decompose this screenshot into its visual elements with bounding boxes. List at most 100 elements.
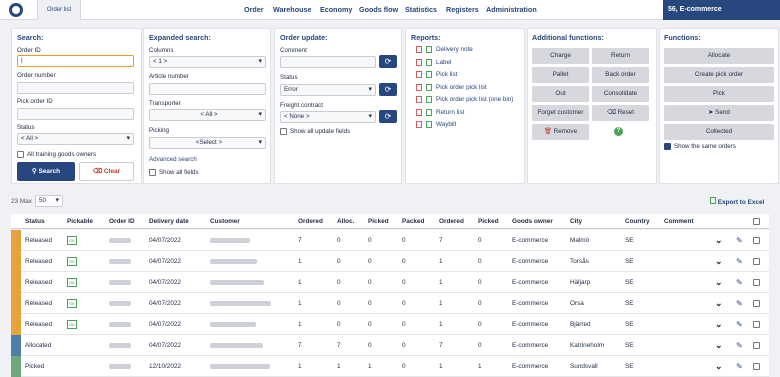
pdf-icon[interactable] bbox=[416, 71, 422, 78]
show-all-fields-checkbox[interactable]: Show all fields bbox=[149, 169, 199, 176]
nav-registers[interactable]: Registers bbox=[446, 0, 479, 20]
user-menu[interactable]: 56, E-commerce bbox=[663, 0, 780, 20]
pdf-icon[interactable] bbox=[416, 109, 422, 116]
col-order-id[interactable]: Order ID bbox=[109, 214, 135, 229]
table-row[interactable]: Released 04/07/2022 7 0 0 0 7 0 E-commerce Malmö S… bbox=[11, 230, 769, 251]
excel-icon[interactable] bbox=[426, 96, 432, 103]
checkbox-box[interactable] bbox=[280, 128, 287, 135]
expand-chevron-icon[interactable]: ⌄ bbox=[715, 356, 723, 377]
logo-icon[interactable] bbox=[9, 3, 23, 17]
create-pick-order-button[interactable]: Create pick order bbox=[664, 67, 774, 83]
back-order-button[interactable]: Back order bbox=[592, 67, 649, 83]
report-label[interactable]: Pick order pick list bbox=[436, 84, 487, 91]
table-row[interactable]: Released 04/07/2022 1 0 0 0 1 0 E-commerce Torsås… bbox=[11, 251, 769, 272]
search-button[interactable]: ⚲ Search bbox=[17, 162, 75, 181]
picking-select[interactable]: <Select > bbox=[149, 137, 266, 149]
pick-order-id-input[interactable] bbox=[17, 108, 134, 120]
order-id-input[interactable]: | bbox=[17, 55, 134, 67]
row-checkbox[interactable] bbox=[753, 300, 760, 307]
table-row[interactable]: Released 04/07/2022 1 0 0 0 1 0 E-commerce Orsa SE… bbox=[11, 293, 769, 314]
status-select[interactable]: < All > bbox=[17, 133, 134, 145]
table-row[interactable]: Picked 12/10/2022 1 1 1 0 1 1 E-commerce Sundsval… bbox=[11, 356, 769, 377]
col-city[interactable]: City bbox=[570, 214, 582, 229]
pick-button[interactable]: Pick bbox=[664, 86, 774, 102]
expand-chevron-icon[interactable]: ⌄ bbox=[715, 230, 723, 251]
transporter-select[interactable]: < All > bbox=[149, 109, 266, 121]
col-alloc[interactable]: Alloc. bbox=[337, 214, 354, 229]
order-id-redacted[interactable] bbox=[109, 322, 131, 327]
report-label[interactable]: Return list bbox=[436, 109, 464, 116]
edit-pencil-icon[interactable]: ✎ bbox=[736, 230, 743, 251]
order-id-redacted[interactable] bbox=[109, 280, 131, 285]
report-pick-order-pick-list-one-bin[interactable]: Pick order pick list (one bin) bbox=[416, 96, 513, 103]
comment-input[interactable] bbox=[280, 56, 376, 68]
expand-chevron-icon[interactable]: ⌄ bbox=[715, 272, 723, 293]
col-customer[interactable]: Customer bbox=[210, 214, 240, 229]
report-pick-list[interactable]: Pick list bbox=[416, 71, 457, 78]
export-excel-link[interactable]: Export to Excel bbox=[710, 197, 764, 206]
expand-chevron-icon[interactable]: ⌄ bbox=[715, 293, 723, 314]
send-button[interactable]: ➤ Send bbox=[664, 105, 774, 121]
col-packed[interactable]: Packed bbox=[402, 214, 424, 229]
edit-pencil-icon[interactable]: ✎ bbox=[736, 335, 743, 356]
row-checkbox[interactable] bbox=[753, 279, 760, 286]
edit-pencil-icon[interactable]: ✎ bbox=[736, 314, 743, 335]
apply-status-button[interactable]: ⟳ bbox=[379, 83, 397, 96]
report-pick-order-pick-list[interactable]: Pick order pick list bbox=[416, 84, 487, 91]
nav-order[interactable]: Order bbox=[244, 0, 264, 20]
edit-pencil-icon[interactable]: ✎ bbox=[736, 272, 743, 293]
report-label[interactable]: Delivery note bbox=[436, 46, 473, 53]
col-comment[interactable]: Comment bbox=[664, 214, 693, 229]
reset-button[interactable]: ⌫ Reset bbox=[592, 105, 649, 121]
report-label[interactable]: Label bbox=[436, 59, 451, 66]
col-picked[interactable]: Picked bbox=[368, 214, 389, 229]
col-delivery-date[interactable]: Delivery date bbox=[149, 214, 189, 229]
consolidate-button[interactable]: Consolidate bbox=[592, 86, 649, 102]
collected-button[interactable]: Collected bbox=[664, 124, 774, 140]
nav-warehouse[interactable]: Warehouse bbox=[273, 0, 311, 20]
report-label[interactable]: Pick list bbox=[436, 71, 457, 78]
report-return-list[interactable]: Return list bbox=[416, 109, 464, 116]
all-training-checkbox[interactable]: All training goods owners bbox=[17, 151, 96, 158]
show-same-orders-checkbox[interactable]: Show the same orders bbox=[664, 143, 736, 150]
col-ordered[interactable]: Ordered bbox=[298, 214, 323, 229]
order-number-input[interactable] bbox=[17, 82, 134, 94]
order-id-redacted[interactable] bbox=[109, 343, 131, 348]
apply-freight-button[interactable]: ⟳ bbox=[379, 110, 397, 123]
order-id-redacted[interactable] bbox=[109, 364, 131, 369]
row-checkbox[interactable] bbox=[753, 342, 760, 349]
row-checkbox[interactable] bbox=[753, 237, 760, 244]
max-rows-select[interactable]: 50 bbox=[35, 195, 63, 207]
report-waybill[interactable]: Waybill bbox=[416, 121, 456, 128]
table-row[interactable]: Released 04/07/2022 1 0 0 0 1 0 E-commerce Bjärre… bbox=[11, 314, 769, 335]
pdf-icon[interactable] bbox=[416, 59, 422, 66]
return-button[interactable]: Return bbox=[592, 48, 649, 64]
clear-button[interactable]: ⌫ Clear bbox=[79, 162, 134, 181]
report-label-item[interactable]: Label bbox=[416, 59, 451, 66]
expand-chevron-icon[interactable]: ⌄ bbox=[715, 335, 723, 356]
nav-statistics[interactable]: Statistics bbox=[405, 0, 437, 20]
report-delivery-note[interactable]: Delivery note bbox=[416, 46, 473, 53]
freight-contract-select[interactable]: < None > bbox=[280, 111, 376, 123]
excel-icon[interactable] bbox=[426, 71, 432, 78]
col-ordered-2[interactable]: Ordered bbox=[439, 214, 464, 229]
help-icon[interactable]: ? bbox=[614, 127, 623, 136]
checkbox-box[interactable] bbox=[17, 151, 24, 158]
nav-economy[interactable]: Economy bbox=[320, 0, 352, 20]
excel-icon[interactable] bbox=[426, 121, 432, 128]
checkbox-box[interactable] bbox=[149, 169, 156, 176]
columns-select[interactable]: < 1 > bbox=[149, 56, 266, 68]
allocate-button[interactable]: Allocate bbox=[664, 48, 774, 64]
excel-icon[interactable] bbox=[426, 46, 432, 53]
show-all-update-checkbox[interactable]: Show all update fields bbox=[280, 128, 350, 135]
edit-pencil-icon[interactable]: ✎ bbox=[736, 356, 743, 377]
row-checkbox[interactable] bbox=[753, 321, 760, 328]
edit-pencil-icon[interactable]: ✎ bbox=[736, 293, 743, 314]
pdf-icon[interactable] bbox=[416, 121, 422, 128]
table-row[interactable]: Released 04/07/2022 1 0 0 0 1 0 E-commerce Häljar… bbox=[11, 272, 769, 293]
col-picked-2[interactable]: Picked bbox=[478, 214, 499, 229]
order-id-redacted[interactable] bbox=[109, 259, 131, 264]
report-label[interactable]: Waybill bbox=[436, 121, 456, 128]
pdf-icon[interactable] bbox=[416, 84, 422, 91]
col-pickable[interactable]: Pickable bbox=[67, 214, 93, 229]
